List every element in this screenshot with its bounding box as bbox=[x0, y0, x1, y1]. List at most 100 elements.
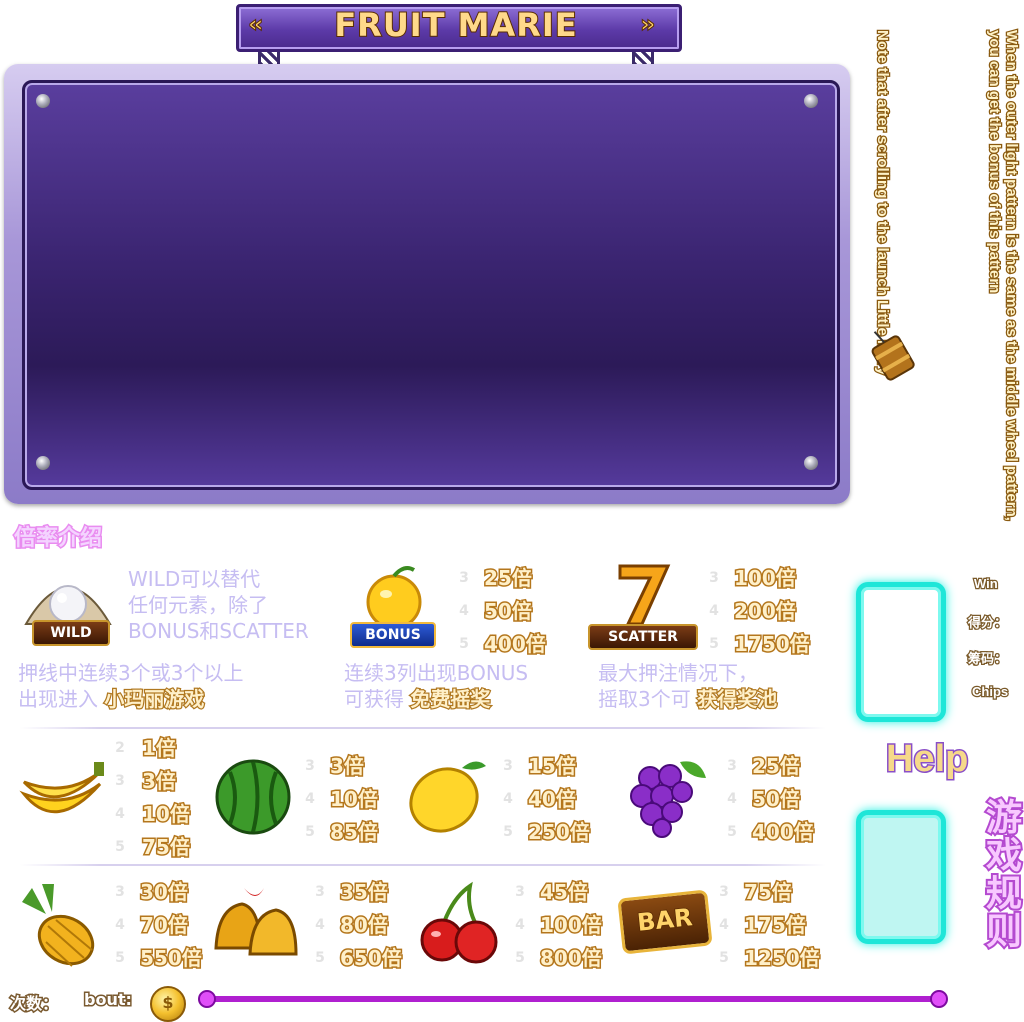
multiplier: 1倍 bbox=[141, 735, 178, 762]
count-label: 5 bbox=[315, 950, 325, 966]
progress-start-handle[interactable] bbox=[198, 990, 216, 1008]
count-label: 4 bbox=[315, 917, 325, 933]
progress-track[interactable] bbox=[204, 996, 940, 1002]
bar-multipliers: 75倍 175倍 1250倍 bbox=[743, 876, 822, 975]
count-label: 2 bbox=[115, 740, 125, 756]
count-label: 4 bbox=[727, 791, 737, 807]
note-outer-pattern: When the outer light pattern is the same… bbox=[985, 29, 1022, 522]
screw-icon bbox=[804, 94, 818, 108]
multiplier: 80倍 bbox=[339, 912, 390, 939]
bar-icon: BAR bbox=[617, 889, 713, 955]
pineapple-counts: 3 4 5 bbox=[112, 876, 128, 975]
multiplier: 10倍 bbox=[141, 801, 192, 828]
free-spin-highlight: 免费摇奖 bbox=[409, 686, 492, 713]
count-label: 4 bbox=[503, 791, 513, 807]
wild-foot-line: 押线中连续3个或3个以上 bbox=[18, 661, 244, 685]
wild-badge: WILD bbox=[32, 620, 110, 646]
count-label: 5 bbox=[115, 950, 125, 966]
count-label: 5 bbox=[115, 839, 125, 855]
screw-icon bbox=[36, 94, 50, 108]
divider bbox=[20, 864, 826, 866]
bonus-foot-line: 连续3列出现BONUS bbox=[344, 661, 529, 685]
multiplier: 10倍 bbox=[329, 786, 380, 813]
watermelon-icon bbox=[215, 759, 291, 835]
count-label: 5 bbox=[305, 824, 315, 840]
main-display-screen bbox=[22, 80, 840, 490]
multiplier: 50倍 bbox=[751, 786, 802, 813]
multiplier: 800倍 bbox=[539, 945, 604, 972]
bonus-counts: 3 4 5 bbox=[456, 562, 472, 661]
cherry-counts: 3 4 5 bbox=[512, 876, 528, 975]
screw-icon bbox=[804, 456, 818, 470]
note-little-mary: Note that after scrolling to the launch … bbox=[873, 29, 893, 377]
count-label: 3 bbox=[515, 884, 525, 900]
watermelon-counts: 3 4 5 bbox=[302, 750, 318, 849]
bar-counts: 3 4 5 bbox=[716, 876, 732, 975]
cherry-icon bbox=[420, 881, 498, 964]
multiplier: 25倍 bbox=[751, 753, 802, 780]
coin-icon: $ bbox=[150, 986, 186, 1022]
multiplier: 175倍 bbox=[743, 912, 808, 939]
multiplier: 3倍 bbox=[329, 753, 366, 780]
banana-icon bbox=[19, 762, 104, 814]
count-label: 3 bbox=[719, 884, 729, 900]
bonus-footer: 连续3列出现BONUS 可获得 免费摇奖 bbox=[344, 660, 528, 712]
scatter-foot-line: 摇取3个可 bbox=[598, 687, 691, 711]
grapes-icon bbox=[630, 761, 706, 838]
wild-description: WILD可以替代 任何元素，除了 BONUS和SCATTER bbox=[128, 566, 309, 644]
preview-card-top[interactable] bbox=[856, 582, 946, 722]
multiplier: 70倍 bbox=[139, 912, 190, 939]
bells-counts: 3 4 5 bbox=[312, 876, 328, 975]
help-button[interactable]: Help bbox=[884, 737, 969, 782]
count-label: 3 bbox=[115, 773, 125, 789]
multiplier: 75倍 bbox=[141, 834, 192, 861]
banana-counts: 2 3 4 5 bbox=[112, 732, 128, 864]
multiplier: 3倍 bbox=[141, 768, 178, 795]
count-label: 次数： bbox=[8, 993, 59, 1015]
progress-end-handle[interactable] bbox=[930, 990, 948, 1008]
count-label: 3 bbox=[459, 570, 469, 586]
count-label: 3 bbox=[305, 758, 315, 774]
count-label: 5 bbox=[503, 824, 513, 840]
count-label: 5 bbox=[719, 950, 729, 966]
scatter-multipliers: 100倍 200倍 1750倍 bbox=[733, 562, 812, 661]
scatter-foot-line: 最大押注情况下， bbox=[598, 661, 758, 685]
preview-card-bottom[interactable] bbox=[856, 810, 946, 944]
multiplier: 250倍 bbox=[527, 819, 592, 846]
grapes-counts: 3 4 5 bbox=[724, 750, 740, 849]
multiplier: 200倍 bbox=[733, 598, 798, 625]
multiplier: 35倍 bbox=[339, 879, 390, 906]
win-label: Win bbox=[973, 575, 999, 593]
multiplier: 1750倍 bbox=[733, 631, 812, 658]
count-label: 3 bbox=[115, 884, 125, 900]
bar-icon-text: BAR bbox=[635, 902, 694, 937]
multiplier: 75倍 bbox=[743, 879, 794, 906]
banana-multipliers: 1倍 3倍 10倍 75倍 bbox=[141, 732, 192, 864]
pineapple-icon bbox=[22, 884, 95, 967]
jackpot-highlight: 获得奖池 bbox=[696, 686, 779, 713]
multiplier: 15倍 bbox=[527, 753, 578, 780]
count-label: 4 bbox=[305, 791, 315, 807]
scatter-footer: 最大押注情况下， 摇取3个可 获得奖池 bbox=[598, 660, 779, 713]
watermelon-multipliers: 3倍 10倍 85倍 bbox=[329, 750, 380, 849]
wild-foot-line: 出现进入 bbox=[18, 687, 98, 711]
multiplier: 550倍 bbox=[139, 945, 204, 972]
bonus-badge: BONUS bbox=[350, 622, 436, 648]
wild-desc-line: 任何元素，除了 bbox=[128, 593, 268, 617]
bells-multipliers: 35倍 80倍 650倍 bbox=[339, 876, 404, 975]
count-label: 3 bbox=[315, 884, 325, 900]
count-label: 4 bbox=[719, 917, 729, 933]
multiplier: 30倍 bbox=[139, 879, 190, 906]
wild-desc-line: WILD可以替代 bbox=[128, 567, 261, 591]
divider bbox=[20, 727, 826, 729]
count-label: 5 bbox=[709, 636, 719, 652]
count-label: 5 bbox=[515, 950, 525, 966]
count-label: 4 bbox=[115, 806, 125, 822]
seven-icon bbox=[618, 564, 671, 626]
multiplier: 85倍 bbox=[329, 819, 380, 846]
count-label: 4 bbox=[709, 603, 719, 619]
scatter-counts: 3 4 5 bbox=[706, 562, 722, 661]
multiplier: 400倍 bbox=[751, 819, 816, 846]
firecracker-icon bbox=[871, 331, 915, 381]
game-rules-button[interactable]: 游戏规则 bbox=[974, 796, 1024, 952]
